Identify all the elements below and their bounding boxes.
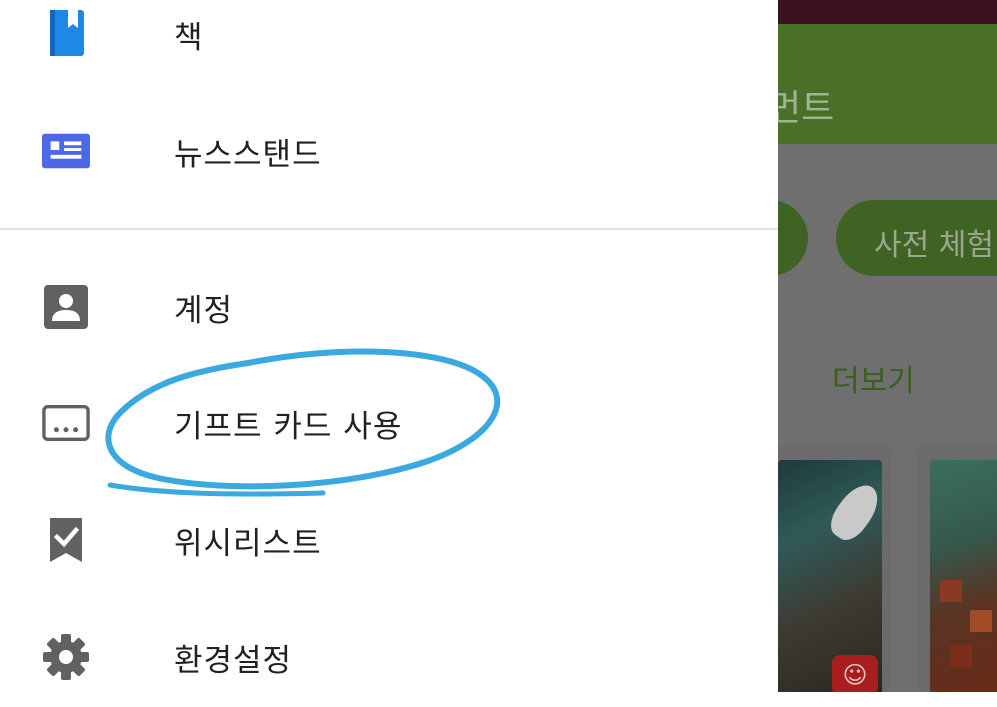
drawer-item-label: 계정 — [174, 292, 234, 329]
drawer-item-books[interactable]: 책 — [0, 0, 778, 84]
settings-icon — [42, 633, 90, 681]
pixel-art — [970, 610, 992, 632]
drawer-item-account[interactable]: 계정 — [0, 257, 778, 357]
pixel-art — [950, 645, 972, 667]
drawer-item-label: 환경설정 — [174, 642, 293, 679]
feather-art — [823, 477, 882, 547]
drawer-item-redeem[interactable]: 기프트 카드 사용 — [0, 373, 778, 473]
category-chip[interactable] — [778, 200, 808, 276]
drawer-item-newsstand[interactable]: 뉴스스탠드 — [0, 101, 778, 201]
pixel-art — [940, 580, 962, 602]
background-app: 먼트 사전 체험 더보기 ☺ — [778, 0, 997, 692]
drawer-item-label: 책 — [174, 19, 204, 56]
smile-badge-icon: ☺ — [832, 655, 878, 692]
account-icon — [42, 283, 90, 331]
status-bar — [778, 0, 997, 24]
navigation-drawer: 책 뉴스스탠드 계정 기프트 카드 사용 위시리스트 환경설정 — [0, 0, 778, 692]
drawer-item-settings[interactable]: 환경설정 — [0, 607, 778, 707]
drawer-item-label: 위시리스트 — [174, 525, 322, 562]
app-thumbnail — [930, 460, 997, 692]
more-link[interactable]: 더보기 — [832, 356, 915, 400]
app-toolbar: 먼트 — [778, 24, 997, 144]
book-icon — [42, 10, 90, 58]
drawer-item-wishlist[interactable]: 위시리스트 — [0, 490, 778, 590]
early-access-chip[interactable]: 사전 체험 — [836, 200, 997, 276]
redeem-card-icon — [42, 399, 90, 447]
drawer-item-label: 기프트 카드 사용 — [174, 408, 403, 445]
newsstand-icon — [42, 127, 90, 175]
toolbar-title: 먼트 — [778, 88, 835, 129]
drawer-divider — [0, 228, 778, 230]
app-thumbnail: ☺ — [778, 460, 882, 692]
drawer-item-label: 뉴스스탠드 — [174, 136, 322, 173]
chip-label: 사전 체험 — [874, 228, 994, 263]
wishlist-icon — [42, 516, 90, 564]
